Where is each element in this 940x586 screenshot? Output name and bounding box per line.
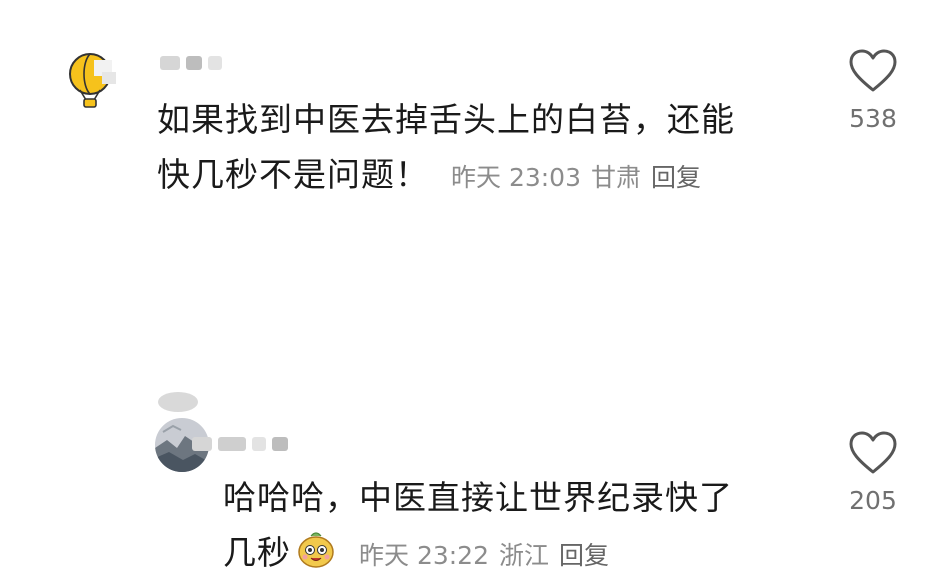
heart-icon xyxy=(849,431,897,474)
comment-item: 如果找到中医去掉舌头上的白苔，还能 快几秒不是问题！ 昨天 23:03 甘肃 回复 5… xyxy=(0,0,940,200)
username-blurred[interactable] xyxy=(192,432,288,456)
like-count: 538 xyxy=(849,104,897,133)
comment-text: 如果找到中医去掉舌头上的白苔，还能 快几秒不是问题！ 昨天 23:03 甘肃 回复 xyxy=(157,100,735,194)
like-button[interactable]: 538 xyxy=(838,48,908,133)
like-count: 205 xyxy=(849,486,897,515)
comment-location: 浙江 xyxy=(499,541,550,570)
comment-time: 昨天 23:22 xyxy=(359,541,489,570)
smiling-fruit-emoji-icon xyxy=(295,528,337,570)
hot-air-balloon-icon xyxy=(69,53,116,108)
comment-meta: 昨天 23:22 浙江 回复 xyxy=(359,541,619,570)
comment-time: 昨天 23:03 xyxy=(451,163,581,192)
comment-meta: 昨天 23:03 甘肃 回复 xyxy=(451,163,711,192)
like-button[interactable]: 205 xyxy=(838,430,908,515)
reply-item: 哈哈哈，中医直接让世界纪录快了 几秒 昨天 23:22 浙江 回复 205 xyxy=(0,200,940,572)
reply-button[interactable]: 回复 xyxy=(651,163,701,192)
avatar[interactable] xyxy=(64,50,124,110)
comment-text: 哈哈哈，中医直接让世界纪录快了 几秒 昨天 23:22 浙江 回复 xyxy=(223,478,733,572)
reply-button[interactable]: 回复 xyxy=(559,541,609,570)
next-avatar-partial xyxy=(158,392,198,412)
username-blurred[interactable] xyxy=(160,52,222,74)
comment-location: 甘肃 xyxy=(591,163,642,192)
heart-icon xyxy=(849,49,897,92)
